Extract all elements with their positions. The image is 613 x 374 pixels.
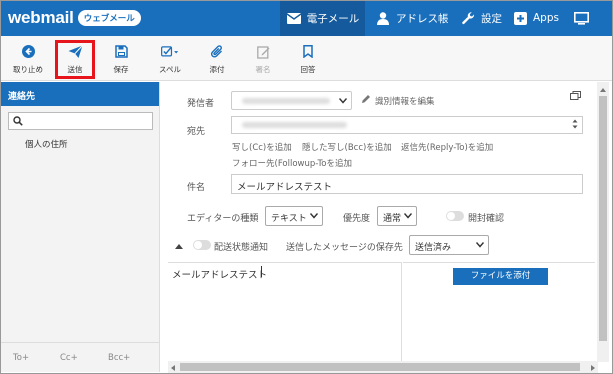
nav-addressbook[interactable]: アドレス帳 — [375, 0, 449, 36]
edit-identity-link[interactable]: 識別情報を編集 — [375, 95, 435, 107]
save-sent-label: 送信したメッセージの保存先 — [286, 243, 403, 253]
priority-label: 優先度 — [343, 214, 371, 224]
caret-up-icon[interactable] — [175, 242, 183, 252]
chevron-down-icon — [309, 212, 319, 222]
horizontal-scrollbar[interactable] — [168, 361, 598, 373]
nav-display[interactable] — [573, 0, 594, 36]
address-book-personal[interactable]: 個人の住所 — [25, 138, 159, 150]
recipient-buttons: To+ Cc+ Bcc+ — [0, 342, 160, 372]
add-cc-link[interactable]: 写し(Cc)を追加 — [232, 141, 292, 153]
pencil-icon — [361, 94, 371, 107]
save-sent-select[interactable]: 送信済み — [409, 235, 489, 255]
chevron-down-icon — [475, 241, 485, 251]
cancel-button[interactable]: 取り止め — [6, 36, 50, 81]
scroll-right-icon[interactable] — [591, 364, 595, 374]
contacts-sidebar: 連絡先 個人の住所 To+ Cc+ Bcc+ — [0, 82, 160, 372]
priority-value: 通常 — [383, 214, 402, 224]
signature-button[interactable]: 署名 — [241, 36, 285, 81]
from-label: 発信者 — [187, 99, 215, 109]
signature-label: 署名 — [255, 64, 271, 74]
add-cc-button[interactable]: Cc+ — [60, 353, 78, 363]
edit-document-icon — [254, 43, 272, 61]
read-receipt-toggle[interactable] — [446, 211, 464, 221]
subject-input[interactable]: メールアドレステスト — [231, 174, 583, 194]
message-body-text: メールアドレステスト — [172, 270, 268, 281]
spellcheck-icon — [161, 43, 179, 61]
wrench-icon — [460, 10, 476, 26]
to-input[interactable] — [231, 116, 583, 134]
contacts-search-input[interactable] — [8, 112, 153, 130]
vertical-scrollbar[interactable] — [597, 82, 609, 362]
scroll-left-icon[interactable] — [171, 364, 175, 374]
add-to-button[interactable]: To+ — [13, 353, 29, 363]
to-address-redacted — [242, 122, 347, 128]
expand-window-icon[interactable] — [570, 91, 581, 103]
logo-badge: ウェブメール — [77, 10, 141, 26]
save-button[interactable]: 保存 — [99, 36, 143, 81]
logo[interactable]: webmail ウェブメール — [8, 8, 141, 28]
delivery-status-toggle[interactable] — [193, 240, 211, 250]
search-icon — [13, 116, 23, 129]
send-highlight-box — [55, 40, 95, 79]
vertical-scroll-thumb[interactable] — [599, 96, 607, 341]
arrow-left-circle-icon — [19, 43, 37, 61]
save-sent-value: 送信済み — [415, 243, 452, 253]
cancel-label: 取り止め — [13, 64, 43, 74]
person-icon — [375, 10, 391, 26]
add-bcc-link[interactable]: 隠した写し(Bcc)を追加 — [302, 141, 392, 153]
from-select[interactable] — [231, 91, 352, 110]
add-reply-to-link[interactable]: 返信先(Reply-To)を追加 — [401, 141, 493, 153]
plus-square-icon — [512, 10, 528, 26]
horizontal-scroll-thumb[interactable] — [180, 363, 580, 371]
priority-select[interactable]: 通常 — [377, 206, 417, 226]
subject-label: 件名 — [187, 183, 206, 193]
envelope-icon — [286, 10, 302, 26]
chevron-down-icon — [403, 212, 413, 222]
attach-button[interactable]: 添付 — [195, 36, 239, 81]
add-followup-link[interactable]: フォロー先(Followup-Toを追加 — [232, 157, 352, 169]
spinner-arrows-icon — [572, 118, 578, 132]
nav-apps-label: Apps — [533, 12, 559, 24]
editor-type-label: エディターの種類 — [187, 214, 259, 224]
nav-addressbook-label: アドレス帳 — [396, 12, 449, 25]
read-receipt-label: 開封確認 — [468, 214, 505, 224]
top-bar: webmail ウェブメール 電子メール アドレス帳 設定 Apps — [0, 0, 613, 36]
nav-mail[interactable]: 電子メール — [280, 0, 365, 36]
from-address-redacted — [242, 98, 330, 104]
editor-type-value: テキスト — [271, 214, 307, 224]
add-bcc-button[interactable]: Bcc+ — [108, 353, 130, 363]
spell-label: スペル — [159, 64, 181, 74]
nav-mail-label: 電子メール — [306, 12, 360, 25]
text-cursor — [261, 266, 262, 277]
subject-value: メールアドレステスト — [237, 182, 333, 193]
delivery-status-label: 配送状態通知 — [214, 243, 269, 253]
contacts-header: 連絡先 — [0, 82, 159, 106]
scroll-up-icon[interactable] — [600, 85, 606, 95]
attach-label: 添付 — [209, 64, 225, 74]
save-label: 保存 — [113, 64, 129, 74]
reply-label: 回答 — [300, 64, 316, 74]
bookmark-icon — [299, 43, 317, 61]
spell-button[interactable]: スペル — [148, 36, 192, 81]
to-label: 宛先 — [187, 127, 206, 137]
nav-settings-label: 設定 — [481, 12, 502, 25]
attach-file-button[interactable]: ファイルを添付 — [453, 268, 548, 285]
message-body-textarea[interactable]: メールアドレステスト — [168, 262, 402, 362]
monitor-icon — [573, 10, 589, 26]
paperclip-icon — [208, 43, 226, 61]
nav-settings[interactable]: 設定 — [460, 0, 502, 36]
attachment-pane: ファイルを添付 — [403, 262, 595, 362]
reply-button[interactable]: 回答 — [286, 36, 330, 81]
logo-text: webmail — [8, 8, 74, 27]
chevron-down-icon — [338, 97, 348, 107]
floppy-disk-icon — [112, 43, 130, 61]
nav-apps[interactable]: Apps — [512, 0, 559, 36]
editor-type-select[interactable]: テキスト — [265, 206, 323, 226]
